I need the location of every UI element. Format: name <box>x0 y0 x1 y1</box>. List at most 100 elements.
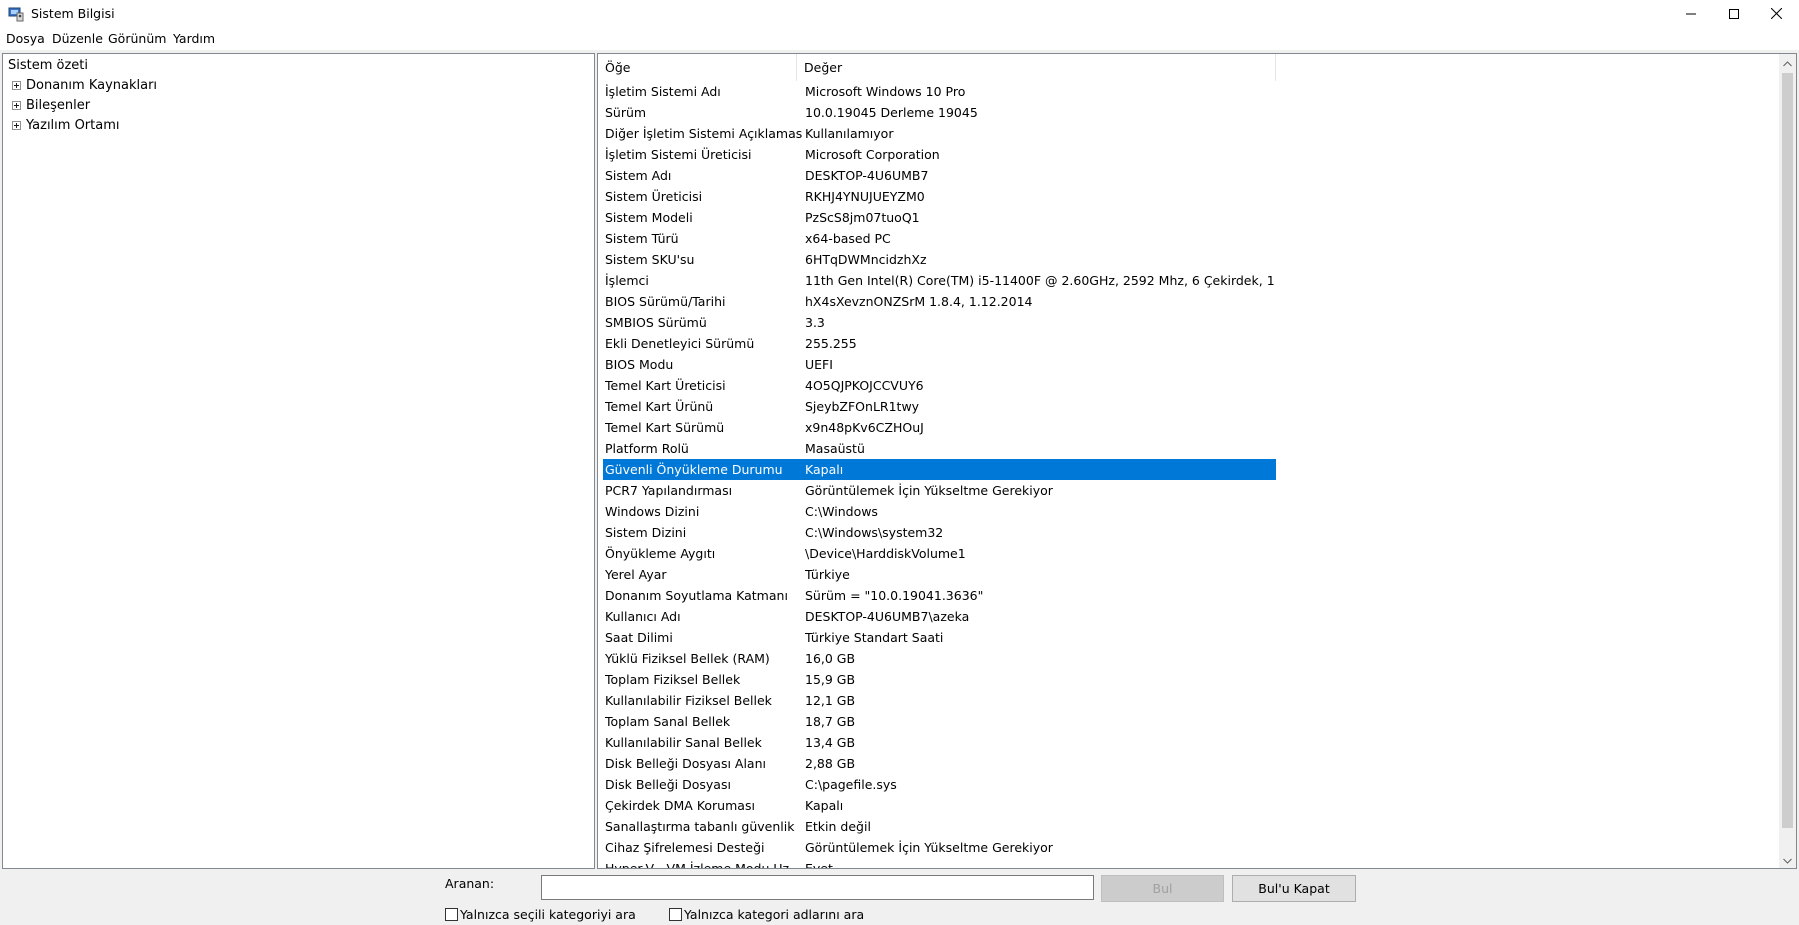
list-row[interactable]: Donanım Soyutlama Katmanı Sürüm = "10.0.1… <box>603 585 1276 606</box>
list-row[interactable]: SMBIOS Sürümü 3.3 <box>603 312 1276 333</box>
search-selected-category-checkbox[interactable] <box>445 908 458 921</box>
details-list[interactable]: Öğe Değer İşletim Sistemi Adı Microsoft W… <box>597 53 1797 869</box>
expand-plus-icon[interactable] <box>12 100 21 110</box>
list-row[interactable]: Sistem Dizini C:\Windows\system32 <box>603 522 1276 543</box>
list-cell-item: Hyper-V - VM İzleme Modu Uz... <box>605 861 802 869</box>
list-cell-item: Disk Belleği Dosyası <box>605 777 731 792</box>
list-row[interactable]: Cihaz Şifrelemesi Desteği Görüntülemek İç… <box>603 837 1276 858</box>
list-row[interactable]: Kullanılabilir Sanal Bellek 13,4 GB <box>603 732 1276 753</box>
list-cell-item: Temel Kart Ürünü <box>605 399 714 414</box>
list-row[interactable]: Toplam Fiziksel Bellek 15,9 GB <box>603 669 1276 690</box>
scroll-up-button[interactable] <box>1779 54 1796 71</box>
list-row[interactable]: Temel Kart Sürümü x9n48pKv6CZHOuJ <box>603 417 1276 438</box>
menu-view[interactable]: Görünüm <box>106 31 168 46</box>
list-cell-value: 255.255 <box>805 336 857 351</box>
close-icon <box>1770 7 1782 22</box>
search-category-names-option[interactable]: Yalnızca kategori adlarını ara <box>669 907 864 922</box>
search-selected-category-option[interactable]: Yalnızca seçili kategoriyi ara <box>445 907 636 922</box>
list-row[interactable]: Disk Belleği Dosyası C:\pagefile.sys <box>603 774 1276 795</box>
scroll-thumb[interactable] <box>1782 73 1793 828</box>
menu-help[interactable]: Yardım <box>171 31 217 46</box>
list-row[interactable]: Çekirdek DMA Koruması Kapalı <box>603 795 1276 816</box>
maximize-icon <box>1729 7 1739 22</box>
list-row[interactable]: Saat Dilimi Türkiye Standart Saati <box>603 627 1276 648</box>
list-cell-value: Microsoft Windows 10 Pro <box>805 84 966 99</box>
list-row[interactable]: Sistem Modeli PzScS8jm07tuoQ1 <box>603 207 1276 228</box>
list-row[interactable]: Platform Rolü Masaüstü <box>603 438 1276 459</box>
list-cell-item: Sistem Modeli <box>605 210 693 225</box>
minimize-button[interactable] <box>1668 0 1714 28</box>
tree-item-components[interactable]: Bileşenler <box>12 96 90 114</box>
list-row[interactable]: Güvenli Önyükleme Durumu Kapalı <box>603 459 1276 480</box>
list-cell-item: Sistem Üreticisi <box>605 189 703 204</box>
list-row[interactable]: BIOS Modu UEFI <box>603 354 1276 375</box>
tree-item-label: Donanım Kaynakları <box>26 77 158 93</box>
tree-item-label: Yazılım Ortamı <box>26 117 120 133</box>
minimize-icon <box>1686 7 1696 22</box>
list-row[interactable]: Sistem Üreticisi RKHJ4YNUJUEYZM0 <box>603 186 1276 207</box>
list-row[interactable]: Windows Dizini C:\Windows <box>603 501 1276 522</box>
tree-item-system-summary[interactable]: Sistem özeti <box>8 58 88 73</box>
list-row[interactable]: Kullanıcı Adı DESKTOP-4U6UMB7\azeka <box>603 606 1276 627</box>
list-cell-item: Toplam Fiziksel Bellek <box>605 672 741 687</box>
list-row[interactable]: Temel Kart Ürünü SjeybZFOnLR1twy <box>603 396 1276 417</box>
list-cell-value: Kapalı <box>805 462 844 477</box>
list-header: Öğe Değer <box>598 54 1276 81</box>
list-cell-item: Temel Kart Üreticisi <box>605 378 726 393</box>
list-cell-value: C:\Windows <box>805 504 878 519</box>
list-row[interactable]: Diğer İşletim Sistemi Açıklaması Kullanıl… <box>603 123 1276 144</box>
search-bar: Aranan: Bul Bul'u Kapat Yalnızca seçili … <box>0 871 1799 925</box>
list-row[interactable]: Yüklü Fiziksel Bellek (RAM) 16,0 GB <box>603 648 1276 669</box>
list-cell-value: Etkin değil <box>805 819 871 834</box>
list-row[interactable]: Sürüm 10.0.19045 Derleme 19045 <box>603 102 1276 123</box>
list-row[interactable]: Temel Kart Üreticisi 4O5QJPKOJCCVUY6 <box>603 375 1276 396</box>
tree-item-software-environment[interactable]: Yazılım Ortamı <box>12 116 120 134</box>
close-button[interactable] <box>1753 0 1799 28</box>
category-tree[interactable]: Sistem özeti Donanım Kaynakları Bileşenl… <box>2 53 595 869</box>
menu-file[interactable]: Dosya <box>4 31 47 46</box>
tree-item-hardware-resources[interactable]: Donanım Kaynakları <box>12 76 157 94</box>
window-title: Sistem Bilgisi <box>31 6 115 21</box>
list-row[interactable]: Yerel Ayar Türkiye <box>603 564 1276 585</box>
list-row[interactable]: Sistem Türü x64-based PC <box>603 228 1276 249</box>
list-cell-value: Görüntülemek İçin Yükseltme Gerekiyor <box>805 483 1053 498</box>
expand-plus-icon[interactable] <box>12 80 21 90</box>
list-row[interactable]: İşletim Sistemi Adı Microsoft Windows 10 … <box>603 81 1276 102</box>
list-row[interactable]: Ekli Denetleyici Sürümü 255.255 <box>603 333 1276 354</box>
list-cell-value: 2,88 GB <box>805 756 856 771</box>
vertical-scrollbar[interactable] <box>1779 54 1796 868</box>
list-row[interactable]: Toplam Sanal Bellek 18,7 GB <box>603 711 1276 732</box>
list-row[interactable]: BIOS Sürümü/Tarihi hX4sXevznONZSrM 1.8.4,… <box>603 291 1276 312</box>
list-cell-value: 18,7 GB <box>805 714 856 729</box>
list-cell-value: Masaüstü <box>805 441 865 456</box>
list-row[interactable]: Sanallaştırma tabanlı güvenlik Etkin deği… <box>603 816 1276 837</box>
list-cell-value: Türkiye <box>805 567 850 582</box>
expand-plus-icon[interactable] <box>12 120 21 130</box>
column-header-value[interactable]: Değer <box>797 54 1276 81</box>
list-row[interactable]: İşletim Sistemi Üreticisi Microsoft Corpo… <box>603 144 1276 165</box>
list-row[interactable]: Sistem Adı DESKTOP-4U6UMB7 <box>603 165 1276 186</box>
list-row[interactable]: PCR7 Yapılandırması Görüntülemek İçin Yük… <box>603 480 1276 501</box>
search-input[interactable] <box>541 875 1094 900</box>
menu-edit[interactable]: Düzenle <box>50 31 105 46</box>
list-row[interactable]: Disk Belleği Dosyası Alanı 2,88 GB <box>603 753 1276 774</box>
list-cell-value: x64-based PC <box>805 231 891 246</box>
list-cell-item: Çekirdek DMA Koruması <box>605 798 755 813</box>
list-row[interactable]: İşlemci 11th Gen Intel(R) Core(TM) i5-114… <box>603 270 1276 291</box>
list-cell-value: 11th Gen Intel(R) Core(TM) i5-11400F @ 2… <box>805 273 1275 288</box>
menu-bar: Dosya Düzenle Görünüm Yardım <box>0 28 1799 50</box>
list-row[interactable]: Kullanılabilir Fiziksel Bellek 12,1 GB <box>603 690 1276 711</box>
scroll-down-button[interactable] <box>1779 851 1796 868</box>
list-cell-item: Güvenli Önyükleme Durumu <box>605 462 783 477</box>
list-cell-value: PzScS8jm07tuoQ1 <box>805 210 920 225</box>
close-find-button[interactable]: Bul'u Kapat <box>1232 875 1356 902</box>
list-row[interactable]: Sistem SKU'su 6HTqDWMncidzhXz <box>603 249 1276 270</box>
list-row[interactable]: Önyükleme Aygıtı \Device\HarddiskVolume1 <box>603 543 1276 564</box>
maximize-button[interactable] <box>1711 0 1757 28</box>
search-selected-category-label: Yalnızca seçili kategoriyi ara <box>460 907 636 922</box>
list-row[interactable]: Hyper-V - VM İzleme Modu Uz... Evet <box>603 858 1276 869</box>
chevron-up-icon <box>1783 55 1792 70</box>
column-header-item[interactable]: Öğe <box>598 54 797 81</box>
search-category-names-checkbox[interactable] <box>669 908 682 921</box>
find-button[interactable]: Bul <box>1101 875 1224 902</box>
